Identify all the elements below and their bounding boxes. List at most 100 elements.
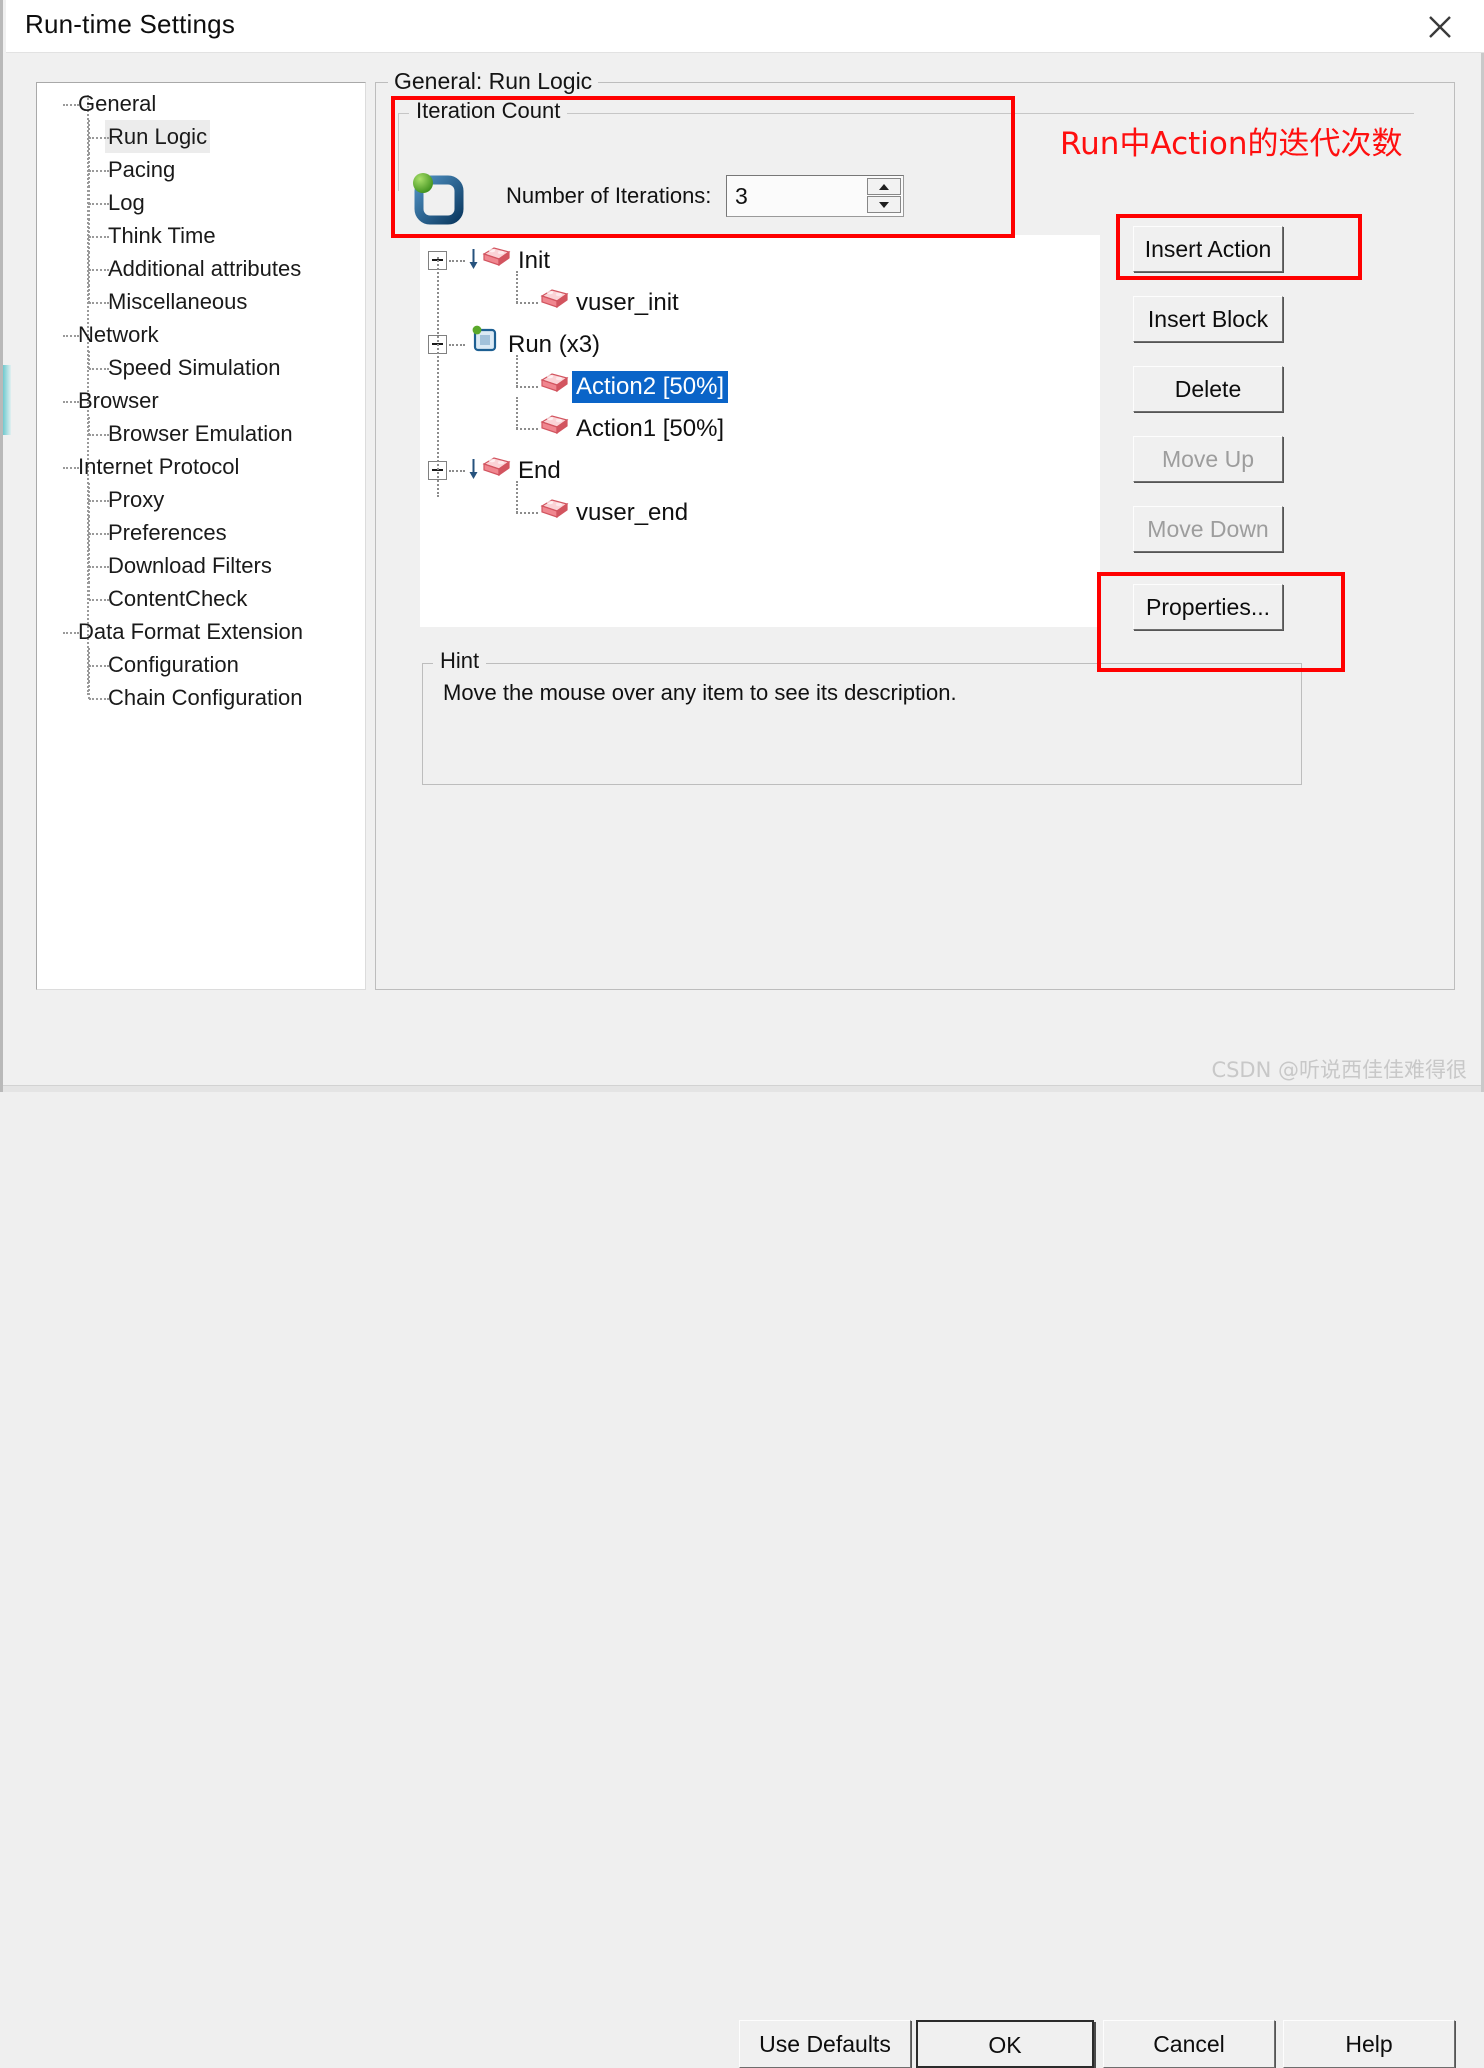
tree-guide-dash [449,260,465,262]
sidebar-item-label: Pacing [108,157,176,182]
sidebar-item-pacing[interactable]: Pacing [37,153,365,187]
tree-guide-dash [89,599,109,601]
sidebar-item-label: Internet Protocol [78,454,240,479]
sidebar-item-general[interactable]: General [37,87,365,120]
tree-guide-dash [89,434,109,436]
sidebar-item-run-logic[interactable]: Run Logic [37,120,365,154]
sidebar-item-label: Miscellaneous [108,289,248,314]
run-logic-node[interactable]: Action2 [50%] [538,367,729,408]
hint-group: Hint Move the mouse over any item to see… [422,648,1302,785]
tree-guide-line [88,186,90,204]
sidebar-item-preferences[interactable]: Preferences [37,516,365,550]
sidebar-item-internet-protocol[interactable]: Internet Protocol [37,450,365,483]
tree-guide-dash [89,137,109,139]
run-logic-node[interactable]: Run (x3) [470,325,604,365]
loop-iteration-icon [410,171,468,229]
tree-guide-line [88,219,90,237]
help-button[interactable]: Help [1283,2020,1455,2068]
sidebar-item-label: Configuration [108,652,239,677]
tree-guide-dash [89,500,109,502]
tree-guide-line [88,285,90,303]
sidebar-item-browser[interactable]: Browser [37,384,365,417]
tree-guide-line [88,533,90,550]
move-up-button: Move Up [1133,436,1283,482]
run-logic-node-label: Init [518,247,551,274]
tree-guide-line [88,483,90,501]
tree-guide-dash [516,302,538,304]
insert-action-button[interactable]: Insert Action [1133,226,1283,272]
tree-guide-line [88,566,90,583]
sidebar-item-additional-attributes[interactable]: Additional attributes [37,252,365,286]
settings-category-tree[interactable]: General Run Logic Pacing Log Think Time Addit… [36,82,366,990]
sidebar-item-think-time[interactable]: Think Time [37,219,365,253]
tree-guide-line [88,648,90,666]
iterations-stepper[interactable] [726,175,904,217]
properties-button[interactable]: Properties... [1133,584,1283,630]
tree-guide-dash [89,533,109,535]
sidebar-item-label: Proxy [108,487,165,512]
tree-guide-dash [63,104,79,106]
sidebar-item-label: Preferences [108,520,227,545]
run-logic-node[interactable]: vuser_end [538,493,692,533]
tree-guide-line [88,417,90,435]
tree-guide-dash [63,401,79,403]
spin-up-arrow-icon[interactable] [867,178,901,195]
sidebar-item-label: Chain Configuration [108,685,303,710]
action-block-icon [538,368,572,408]
close-icon[interactable] [1418,6,1462,46]
sidebar-item-label: Log [108,190,145,215]
flow-arrow-icon [468,457,478,481]
cancel-button[interactable]: Cancel [1103,2020,1275,2068]
footer-bar: Use Defaults OK Cancel Help CSDN @听说西佳佳难得很 [3,1002,1481,2068]
sidebar-item-label: Additional attributes [108,256,302,281]
sidebar-item-chain-configuration[interactable]: Chain Configuration [37,681,365,714]
run-logic-node-label: Action1 [50%] [576,415,725,442]
run-time-settings-dialog: Run-time Settings General Run Logic Pacing… [0,0,1484,2068]
ok-button[interactable]: OK [916,2020,1094,2068]
use-defaults-button[interactable]: Use Defaults [739,2020,911,2068]
sidebar-item-download-filters[interactable]: Download Filters [37,549,365,583]
tree-guide-dash [516,428,538,430]
run-logic-node[interactable]: End [480,451,565,491]
move-down-button: Move Down [1133,506,1283,552]
sidebar-item-data-format-extension[interactable]: Data Format Extension [37,615,365,648]
sidebar-item-proxy[interactable]: Proxy [37,483,365,517]
tree-guide-line [88,269,90,286]
sidebar-item-log[interactable]: Log [37,186,365,220]
tree-guide-dash [89,665,109,667]
page-title: Run-time Settings [25,9,236,39]
tree-guide-line [516,397,518,429]
insert-block-button[interactable]: Insert Block [1133,296,1283,342]
tree-guide-dash [89,170,109,172]
tree-guide-line [516,271,518,303]
spinner-buttons[interactable] [867,178,901,214]
sidebar-item-contentcheck[interactable]: ContentCheck [37,582,365,615]
sidebar-item-speed-simulation[interactable]: Speed Simulation [37,351,365,384]
tree-guide-dash [89,302,109,304]
sidebar-item-configuration[interactable]: Configuration [37,648,365,682]
tree-guide-line [88,236,90,253]
run-block-icon [470,325,504,366]
run-logic-node[interactable]: Action1 [50%] [538,409,728,449]
sidebar-item-network[interactable]: Network [37,318,365,351]
tree-guide-dash [89,368,109,370]
tree-guide-line [88,549,90,567]
run-logic-tree[interactable]: Init vuser_init Run (x3) Action2 [50%] Actio… [420,235,1100,627]
sidebar-item-label: Data Format Extension [78,619,303,644]
tree-guide-dash [516,386,538,388]
sidebar-item-label: General [78,91,157,116]
sidebar-item-label: Network [78,322,159,347]
sidebar-item-browser-emulation[interactable]: Browser Emulation [37,417,365,450]
action-block-icon [538,410,572,450]
sidebar-item-label: ContentCheck [108,586,248,611]
tree-guide-line [88,665,90,682]
run-logic-node[interactable]: vuser_init [538,283,683,323]
tree-guide-line [516,481,518,513]
sidebar-item-list: General Run Logic Pacing Log Think Time Addit… [37,87,365,714]
sidebar-item-miscellaneous[interactable]: Miscellaneous [37,285,365,318]
init-block-icon [480,242,514,282]
sidebar-item-label: Think Time [108,223,216,248]
spin-down-arrow-icon[interactable] [867,196,901,213]
bottom-edge [3,1085,1481,1092]
delete-button[interactable]: Delete [1133,366,1283,412]
